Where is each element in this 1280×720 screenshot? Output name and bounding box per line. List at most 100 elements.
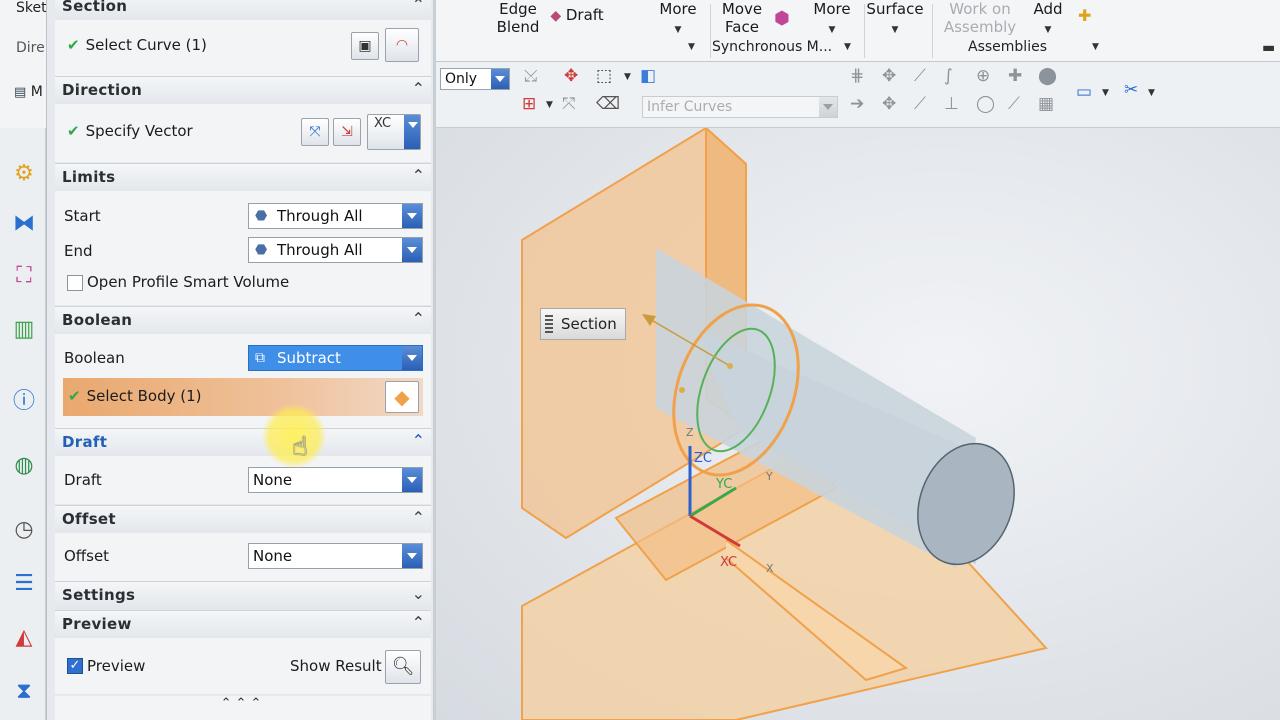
- view-icon[interactable]: ▭: [1076, 82, 1092, 102]
- plus-icon[interactable]: ✚: [1008, 66, 1022, 86]
- more-button-1[interactable]: More ▼: [650, 0, 706, 39]
- chevron-down-icon[interactable]: [402, 468, 422, 492]
- boolean-group-header[interactable]: Boolean ⌃: [55, 306, 431, 334]
- eraser-icon[interactable]: ⌫: [596, 94, 620, 114]
- move-face-button[interactable]: Move Face: [716, 0, 768, 36]
- grid-icon[interactable]: ⋕: [850, 66, 864, 86]
- chevron-down-icon[interactable]: ▼: [1102, 88, 1109, 98]
- chevron-down-icon[interactable]: ⌄: [412, 584, 425, 603]
- draft-select[interactable]: None: [248, 467, 423, 493]
- chevron-down-icon[interactable]: ▼: [688, 42, 695, 52]
- deselect-icon[interactable]: ⤧: [562, 94, 576, 114]
- select-body-row[interactable]: ✔ Select Body (1) ◆: [63, 378, 423, 416]
- more-button-2[interactable]: More ▼: [804, 0, 860, 39]
- info-icon[interactable]: ⓘ: [8, 386, 40, 418]
- chevron-down-icon[interactable]: [819, 97, 837, 117]
- web-browser-icon[interactable]: ◍: [8, 450, 40, 482]
- constraint-navigator-icon[interactable]: ⧓: [8, 208, 40, 240]
- chevron-down-icon[interactable]: ▼: [1092, 42, 1099, 52]
- section-group-header[interactable]: Section ⌃: [55, 0, 431, 20]
- arrow-right-icon[interactable]: ➔: [850, 94, 864, 114]
- circle-center-icon[interactable]: ⊕: [976, 66, 990, 86]
- point-icon[interactable]: ⬤: [1038, 66, 1057, 86]
- chevron-down-icon[interactable]: [402, 544, 422, 568]
- roles-list-icon[interactable]: ☰: [8, 568, 40, 600]
- system-scene-icon[interactable]: ◭: [8, 622, 40, 654]
- chevron-up-icon[interactable]: ⌃: [412, 508, 425, 527]
- chevron-up-icon[interactable]: ⌃: [412, 166, 425, 185]
- preview-checkbox[interactable]: ✓: [67, 658, 83, 674]
- chevron-down-icon[interactable]: [402, 346, 422, 370]
- select-curve-row[interactable]: ✔ Select Curve (1): [67, 36, 207, 54]
- show-result-button[interactable]: 🔍︎: [385, 650, 421, 684]
- limits-group-header[interactable]: Limits ⌃: [55, 163, 431, 191]
- process-studio-icon[interactable]: ⧗: [8, 676, 40, 708]
- edge-blend-button[interactable]: Edge Blend: [486, 0, 550, 36]
- line-icon[interactable]: ⟋: [914, 66, 926, 86]
- cube-icon[interactable]: ◧: [640, 66, 656, 86]
- intersect-icon[interactable]: ⊥: [944, 94, 959, 114]
- menu-icon: ▤: [14, 85, 27, 100]
- assembly-navigator-icon[interactable]: ⚙: [8, 158, 40, 190]
- curve-button[interactable]: ◠: [385, 28, 419, 62]
- slash-icon[interactable]: ⟋: [914, 94, 926, 114]
- chevron-up-icon[interactable]: ⌃: [412, 0, 425, 14]
- tools-icon[interactable]: ✂: [1124, 80, 1138, 100]
- chevron-down-icon[interactable]: ▼: [844, 42, 851, 52]
- specify-vector-row[interactable]: ✔ Specify Vector: [67, 122, 193, 140]
- chevron-down-icon[interactable]: [402, 238, 422, 262]
- graphics-viewport[interactable]: ZC YC XC Z Y X: [436, 128, 1280, 720]
- sketch-section-button[interactable]: ▣: [351, 32, 379, 60]
- minimize-ribbon-icon[interactable]: ▬: [1262, 40, 1275, 56]
- end-limit-select[interactable]: ⬣ Through All: [248, 237, 423, 263]
- curve-icon[interactable]: ∫: [944, 66, 953, 86]
- rectangle-select-icon[interactable]: ⬚: [596, 66, 612, 86]
- drag-icon[interactable]: ✥: [882, 94, 896, 114]
- select-body-button[interactable]: ◆: [385, 381, 419, 413]
- snap-move-icon[interactable]: ✥: [882, 66, 896, 86]
- work-on-assembly-button[interactable]: Work on Assembly: [942, 0, 1018, 36]
- preview-group-header[interactable]: Preview ⌃: [55, 610, 431, 638]
- circle-icon[interactable]: ◯: [976, 94, 995, 114]
- chevron-down-icon[interactable]: ▼: [546, 100, 553, 110]
- part-navigator-icon[interactable]: ⛶: [8, 260, 40, 292]
- chevron-down-icon[interactable]: ▼: [624, 72, 631, 82]
- collapse-dialog-grip[interactable]: ⌃⌃⌃: [55, 696, 431, 720]
- chevron-down-icon[interactable]: [402, 204, 422, 228]
- draft-group-header[interactable]: Draft ⌃: [55, 428, 431, 456]
- reuse-library-icon[interactable]: ▥: [8, 314, 40, 346]
- start-limit-select[interactable]: ⬣ Through All: [248, 203, 423, 229]
- curve-rule-select[interactable]: Infer Curves: [642, 96, 838, 118]
- chevron-down-icon[interactable]: ▼: [1148, 88, 1155, 98]
- select-all-icon[interactable]: ⊞: [522, 94, 536, 114]
- offset-select[interactable]: None: [248, 543, 423, 569]
- draft-button[interactable]: ◆ Draft: [542, 6, 612, 25]
- direction-group-header[interactable]: Direction ⌃: [55, 76, 431, 104]
- sketch-tab-fragment[interactable]: Sket: [16, 0, 47, 16]
- chevron-up-icon[interactable]: ⌃: [412, 613, 425, 632]
- chevron-up-icon[interactable]: ⌃: [412, 309, 425, 328]
- chevron-down-icon[interactable]: [491, 69, 509, 89]
- vector-dialog-button[interactable]: ⇲: [333, 118, 361, 146]
- specify-vector-label: Specify Vector: [85, 122, 193, 140]
- open-profile-checkbox[interactable]: [67, 275, 83, 291]
- vector-type-label: XC: [374, 116, 392, 131]
- move-icon[interactable]: ✥: [564, 66, 578, 86]
- reverse-direction-button[interactable]: ⤧: [301, 118, 329, 146]
- surface-button[interactable]: Surface ▼: [866, 0, 924, 39]
- settings-group-header[interactable]: Settings ⌄: [55, 581, 431, 609]
- type-filter-select[interactable]: Only: [440, 68, 510, 90]
- history-clock-icon[interactable]: ◷: [8, 514, 40, 546]
- offset-group-header[interactable]: Offset ⌃: [55, 505, 431, 533]
- boolean-select[interactable]: ⧉ Subtract: [248, 345, 423, 371]
- chevron-up-icon[interactable]: ⌃: [412, 79, 425, 98]
- menu-fragment[interactable]: ▤ M: [14, 84, 43, 100]
- curve-rule-value: Infer Curves: [647, 99, 733, 115]
- add-button[interactable]: Add ▼: [1026, 0, 1070, 39]
- chevron-up-icon[interactable]: ⌃: [412, 431, 425, 450]
- tangent-icon[interactable]: ⟋: [1008, 94, 1020, 114]
- chevron-down-icon[interactable]: [404, 115, 420, 149]
- snap-icon[interactable]: ⤩: [524, 66, 538, 86]
- vector-type-select[interactable]: XC: [367, 114, 421, 150]
- mesh-icon[interactable]: ▦: [1038, 94, 1054, 114]
